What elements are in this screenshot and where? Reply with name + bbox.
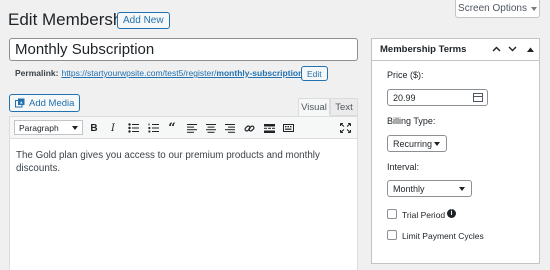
collapse-panel-icon[interactable] <box>524 43 536 55</box>
edit-permalink-button[interactable]: Edit <box>301 66 328 81</box>
limit-payment-cycles-checkbox[interactable] <box>387 230 397 240</box>
interval-value: Monthly <box>393 183 425 194</box>
permalink-link[interactable]: https://startyourwpsite.com/test5/regist… <box>61 68 305 78</box>
toolbar-toggle-icon[interactable] <box>281 121 295 135</box>
blockquote-icon[interactable]: “ <box>165 121 179 136</box>
permalink-row: Permalink: https://startyourwpsite.com/t… <box>15 68 306 78</box>
post-title-input[interactable]: Monthly Subscription <box>9 38 358 61</box>
tab-visual[interactable]: Visual <box>298 98 330 116</box>
italic-icon[interactable]: I <box>106 121 120 135</box>
link-icon[interactable] <box>242 121 256 135</box>
chevron-down-icon <box>530 6 537 11</box>
media-icon <box>15 98 25 108</box>
add-new-button[interactable]: Add New <box>117 12 170 29</box>
move-up-icon[interactable] <box>490 43 502 55</box>
billing-type-select[interactable]: Recurring <box>387 135 447 152</box>
content-editor[interactable]: Paragraph B I “ The Gold plan gives you … <box>9 116 358 270</box>
align-left-icon[interactable] <box>185 121 199 135</box>
panel-title: Membership Terms <box>380 44 467 55</box>
screen-options-label: Screen Options <box>458 3 527 14</box>
format-select-value: Paragraph <box>19 122 59 133</box>
permalink-label: Permalink: <box>15 68 59 78</box>
screen-options-toggle[interactable]: Screen Options <box>455 0 540 18</box>
align-right-icon[interactable] <box>223 121 237 135</box>
permalink-base: https://startyourwpsite.com/test5/regist… <box>61 68 217 78</box>
numbered-list-icon[interactable] <box>146 121 160 135</box>
trial-period-label: Trial Period <box>402 210 446 220</box>
billing-type-value: Recurring <box>393 138 433 149</box>
editor-toolbar: Paragraph B I “ <box>10 117 357 139</box>
chevron-down-icon <box>72 126 78 130</box>
limit-payment-cycles-label: Limit Payment Cycles <box>402 231 484 241</box>
panel-header: Membership Terms <box>372 39 539 61</box>
info-icon[interactable]: i <box>447 209 456 218</box>
editor-content[interactable]: The Gold plan gives you access to our pr… <box>10 139 357 186</box>
format-select[interactable]: Paragraph <box>14 120 83 135</box>
bulleted-list-icon[interactable] <box>126 121 140 135</box>
move-down-icon[interactable] <box>506 43 518 55</box>
bold-icon[interactable]: B <box>87 121 101 135</box>
chevron-down-icon <box>434 142 440 146</box>
interval-select[interactable]: Monthly <box>387 180 472 197</box>
calendar-icon <box>473 93 483 102</box>
read-more-icon[interactable] <box>262 121 276 135</box>
interval-label: Interval: <box>387 162 420 172</box>
price-label: Price ($): <box>387 70 424 80</box>
membership-terms-panel: Membership Terms Price ($): 20.99 Billin… <box>371 38 540 264</box>
fullscreen-icon[interactable] <box>338 121 352 135</box>
add-media-button[interactable]: Add Media <box>9 94 81 112</box>
billing-type-label: Billing Type: <box>387 116 436 126</box>
price-input[interactable]: 20.99 <box>387 89 488 106</box>
price-value: 20.99 <box>393 92 416 103</box>
add-media-label: Add Media <box>29 97 75 109</box>
tab-text[interactable]: Text <box>330 98 358 116</box>
trial-period-checkbox[interactable] <box>387 209 397 219</box>
align-center-icon[interactable] <box>204 121 218 135</box>
chevron-down-icon <box>459 187 465 191</box>
permalink-slug: monthly-subscription <box>216 68 304 78</box>
